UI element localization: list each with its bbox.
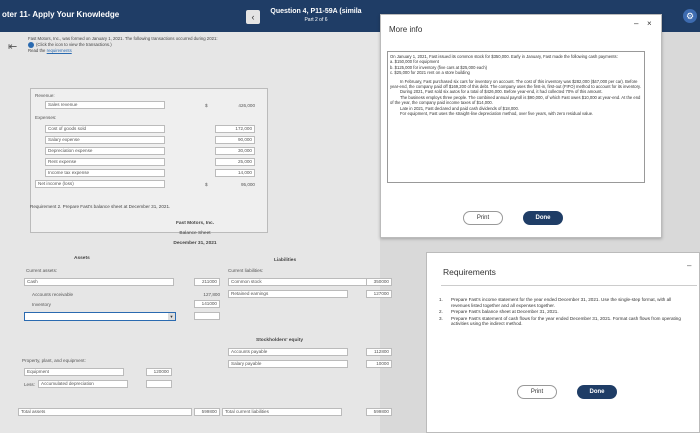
current-liabilities-label: Current liabilities: bbox=[228, 268, 264, 273]
requirements-list: 1. Prepare Fast's income statement for th… bbox=[439, 297, 689, 328]
expense-value[interactable]: 172,000 bbox=[215, 125, 255, 133]
print-button[interactable]: Print bbox=[517, 385, 557, 399]
requirements-link[interactable]: requirements bbox=[47, 48, 72, 53]
common-stock-value[interactable]: 350000 bbox=[366, 278, 392, 286]
expense-label[interactable]: Depreciation expense bbox=[45, 147, 165, 155]
inventory-label: Inventory bbox=[32, 302, 51, 307]
ppe-label: Property, plant, and equipment: bbox=[22, 358, 86, 363]
info-paragraph: In February, Fast purchased six cars for… bbox=[390, 78, 641, 90]
info-paragraph: For equipment, Fast uses the straight-li… bbox=[400, 111, 594, 117]
exercise-panel: ⇤ Fast Motors, Inc., was formed on Janua… bbox=[0, 32, 392, 433]
stockholders-equity-title: Stockholders' equity bbox=[256, 338, 303, 343]
accumulated-depreciation-label[interactable]: Accumulated depreciation bbox=[38, 380, 128, 388]
question-part: Part 2 of 6 bbox=[304, 17, 328, 23]
accounts-receivable-value: 127,800 bbox=[203, 292, 220, 297]
accounts-payable-value[interactable]: 112800 bbox=[366, 348, 392, 356]
salary-payable-label[interactable]: Salary payable bbox=[228, 360, 348, 368]
print-button[interactable]: Print bbox=[463, 211, 503, 225]
total-current-liabilities-label[interactable]: Total current liabilities bbox=[222, 408, 342, 416]
account-select[interactable]: ▼ bbox=[24, 312, 176, 321]
salary-payable-value[interactable]: 10000 bbox=[366, 360, 392, 368]
revenue-label: Revenue: bbox=[35, 93, 55, 98]
less-label: Less: bbox=[24, 382, 35, 387]
sales-revenue-value: 426,000 bbox=[238, 103, 255, 108]
retained-earnings-label[interactable]: Retained earnings bbox=[228, 290, 348, 298]
expense-label[interactable]: Salary expense bbox=[45, 136, 165, 144]
bs-company: Fast Motors, Inc. bbox=[175, 221, 215, 226]
total-assets-label[interactable]: Total assets bbox=[18, 408, 192, 416]
chevron-down-icon: ▼ bbox=[168, 313, 175, 320]
list-item: 3. Prepare Fast's statement of cash flows… bbox=[439, 315, 681, 327]
transactions-text: On January 1, 2021, Fast issued its comm… bbox=[387, 51, 645, 183]
requirement-2-text: Requirement 2. Prepare Fast's balance sh… bbox=[30, 204, 171, 209]
net-income-value: 95,000 bbox=[240, 182, 255, 187]
amount-input[interactable] bbox=[146, 380, 172, 388]
dollar-sign: $ bbox=[205, 182, 208, 187]
sales-revenue-label[interactable]: Sales revenue bbox=[45, 101, 165, 109]
expense-label[interactable]: Rent expense bbox=[45, 158, 165, 166]
bs-title: Balance Sheet bbox=[179, 231, 211, 236]
total-liabilities-equity-value[interactable]: 599800 bbox=[366, 408, 392, 416]
total-assets-value[interactable]: 599800 bbox=[194, 408, 220, 416]
net-income-label[interactable]: Net income (loss) bbox=[35, 180, 165, 188]
accounts-payable-label[interactable]: Accounts payable bbox=[228, 348, 348, 356]
previous-question-button[interactable]: ‹ bbox=[246, 10, 260, 24]
common-stock-label[interactable]: Common stock bbox=[228, 278, 378, 286]
divider bbox=[441, 285, 697, 286]
amount-input[interactable] bbox=[194, 312, 220, 320]
expenses-label: Expenses: bbox=[35, 115, 57, 120]
list-item: 2. Prepare Fast's balance sheet at Decemb… bbox=[439, 309, 559, 315]
minimize-icon[interactable]: – bbox=[687, 261, 691, 270]
equipment-label[interactable]: Equipment bbox=[24, 368, 124, 376]
info-paragraph: The business employs three people. The c… bbox=[390, 94, 641, 106]
dialog-title: More info bbox=[389, 25, 423, 34]
gear-icon: ⚙ bbox=[685, 11, 695, 21]
inventory-value[interactable]: 141000 bbox=[194, 300, 220, 308]
cash-value[interactable]: 211000 bbox=[194, 278, 220, 286]
expense-value[interactable]: 30,000 bbox=[215, 147, 255, 155]
info-icon[interactable] bbox=[28, 42, 34, 48]
bs-date: December 31, 2021 bbox=[173, 241, 217, 246]
assets-title: Assets bbox=[74, 256, 90, 261]
done-button[interactable]: Done bbox=[523, 211, 563, 225]
close-icon[interactable]: × bbox=[647, 19, 652, 28]
back-to-start-icon[interactable]: ⇤ bbox=[8, 40, 17, 53]
dollar-sign: $ bbox=[205, 103, 208, 108]
income-statement: Revenue: Sales revenue $ 426,000 Expense… bbox=[30, 88, 268, 233]
accounts-receivable-label: Accounts receivable bbox=[32, 292, 74, 297]
requirements-title: Requirements bbox=[443, 267, 496, 277]
expense-value[interactable]: 14,000 bbox=[215, 169, 255, 177]
equipment-value[interactable]: 120000 bbox=[146, 368, 172, 376]
retained-earnings-value[interactable]: 127000 bbox=[366, 290, 392, 298]
expense-value[interactable]: 25,000 bbox=[215, 158, 255, 166]
liabilities-title: Liabilities bbox=[274, 258, 297, 263]
settings-button[interactable]: ⚙ bbox=[683, 9, 697, 23]
question-title: Question 4, P11-59A (simila Part 2 of 6 bbox=[262, 7, 370, 25]
expense-value[interactable]: 90,000 bbox=[215, 136, 255, 144]
more-info-dialog: More info – × On January 1, 2021, Fast i… bbox=[380, 14, 662, 238]
done-button[interactable]: Done bbox=[577, 385, 617, 399]
minimize-icon[interactable]: – bbox=[634, 19, 638, 28]
expense-label[interactable]: Income tax expense bbox=[45, 169, 165, 177]
current-assets-label: Current assets: bbox=[26, 268, 58, 273]
requirements-dialog: Requirements – 1. Prepare Fast's income s… bbox=[426, 252, 700, 433]
expense-label[interactable]: Cost of goods sold bbox=[45, 125, 165, 133]
chapter-title: oter 11- Apply Your Knowledge bbox=[2, 10, 120, 19]
list-item: 1. Prepare Fast's income statement for th… bbox=[439, 297, 672, 308]
balance-sheet: Assets Liabilities Current assets: Cash … bbox=[18, 256, 394, 426]
read-requirements-row: Read the requirements bbox=[28, 48, 72, 54]
info-paragraph: c. $25,000 for 2021 rent on a store buil… bbox=[390, 70, 470, 76]
chevron-left-icon: ‹ bbox=[251, 12, 255, 22]
intro-text: Fast Motors, Inc., was formed on January… bbox=[28, 36, 328, 54]
cash-label[interactable]: Cash bbox=[24, 278, 174, 286]
